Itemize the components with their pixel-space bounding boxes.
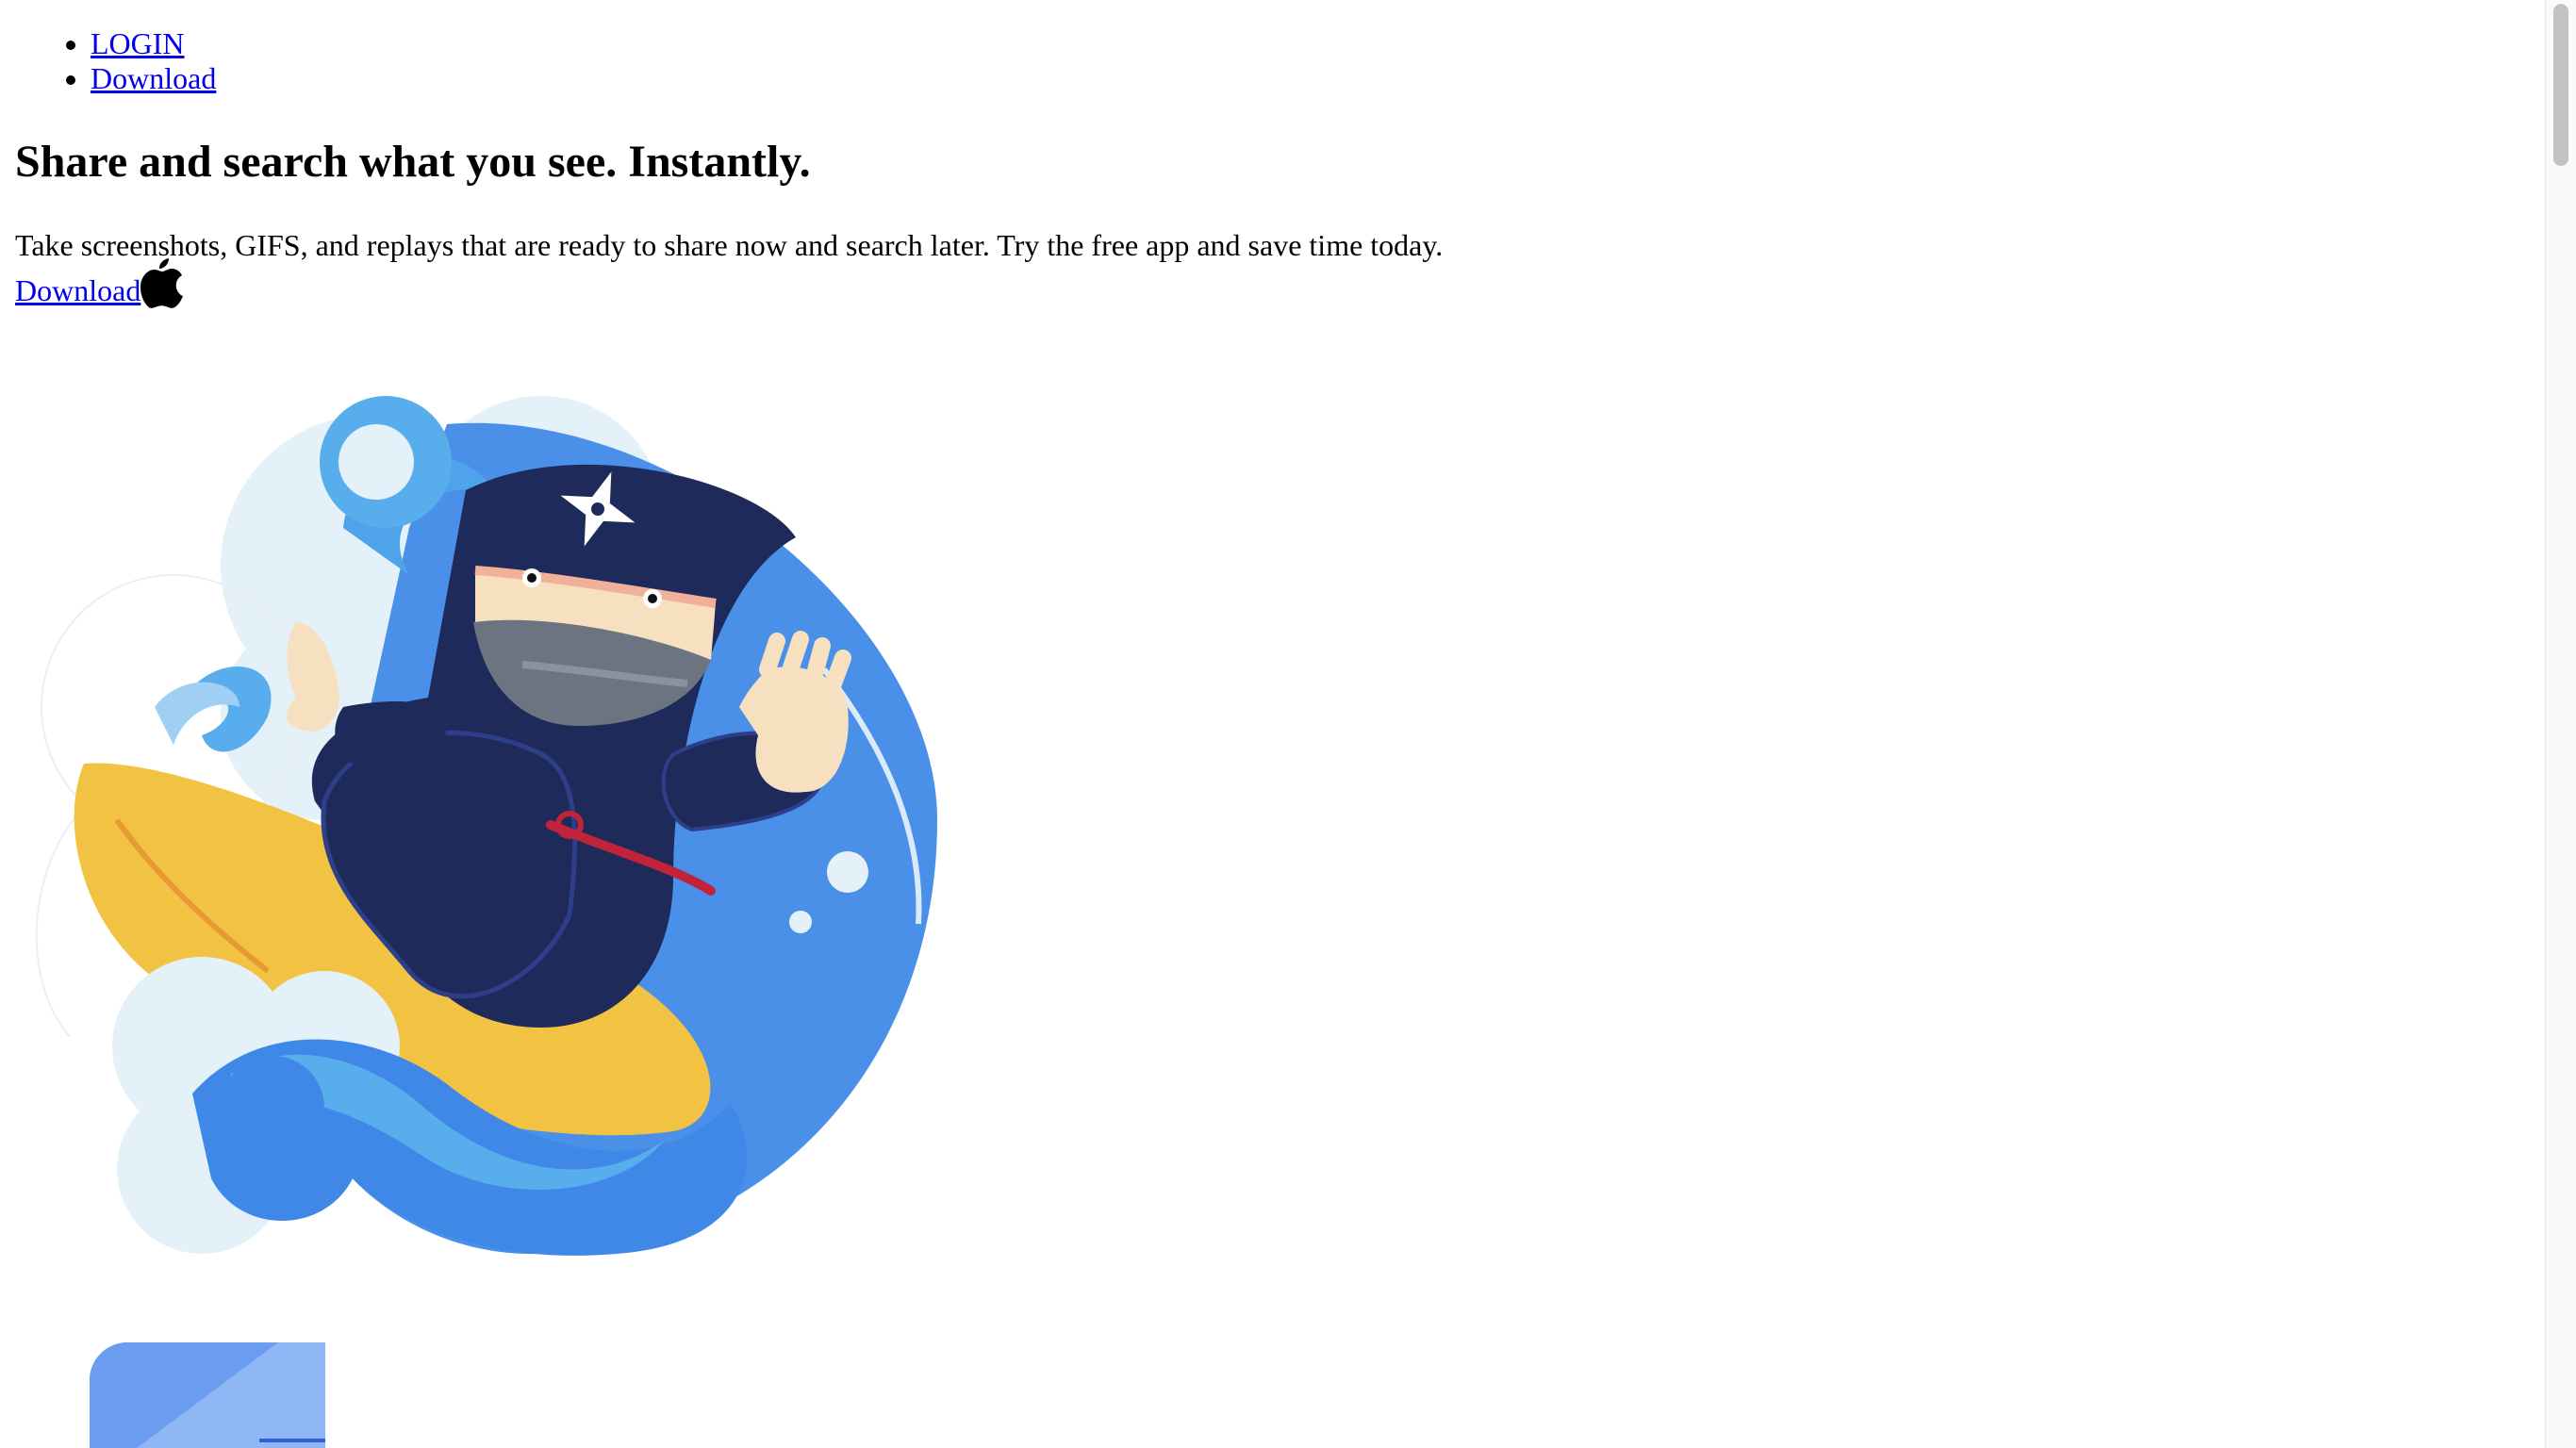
nav-item-download: Download xyxy=(91,61,216,96)
ninja-surfing-wave-illustration xyxy=(13,311,947,1263)
apple-icon xyxy=(140,256,184,309)
nav-item-login: LOGIN xyxy=(91,26,216,61)
hero-download-link[interactable]: Download xyxy=(15,273,140,307)
vertical-scrollbar[interactable] xyxy=(2545,0,2576,1448)
hero-subtitle: Take screenshots, GIFS, and replays that… xyxy=(15,228,1444,262)
login-link[interactable]: LOGIN xyxy=(91,26,185,60)
nav-download-link[interactable]: Download xyxy=(91,61,216,95)
page: LOGIN Download Share and search what you… xyxy=(0,0,2546,1448)
scrollbar-thumb[interactable] xyxy=(2553,4,2568,166)
hero-title: Share and search what you see. Instantly… xyxy=(15,137,811,187)
feature-card-illustration xyxy=(90,1342,325,1448)
hero-download: Download xyxy=(15,258,184,319)
top-nav: LOGIN Download xyxy=(0,26,216,96)
